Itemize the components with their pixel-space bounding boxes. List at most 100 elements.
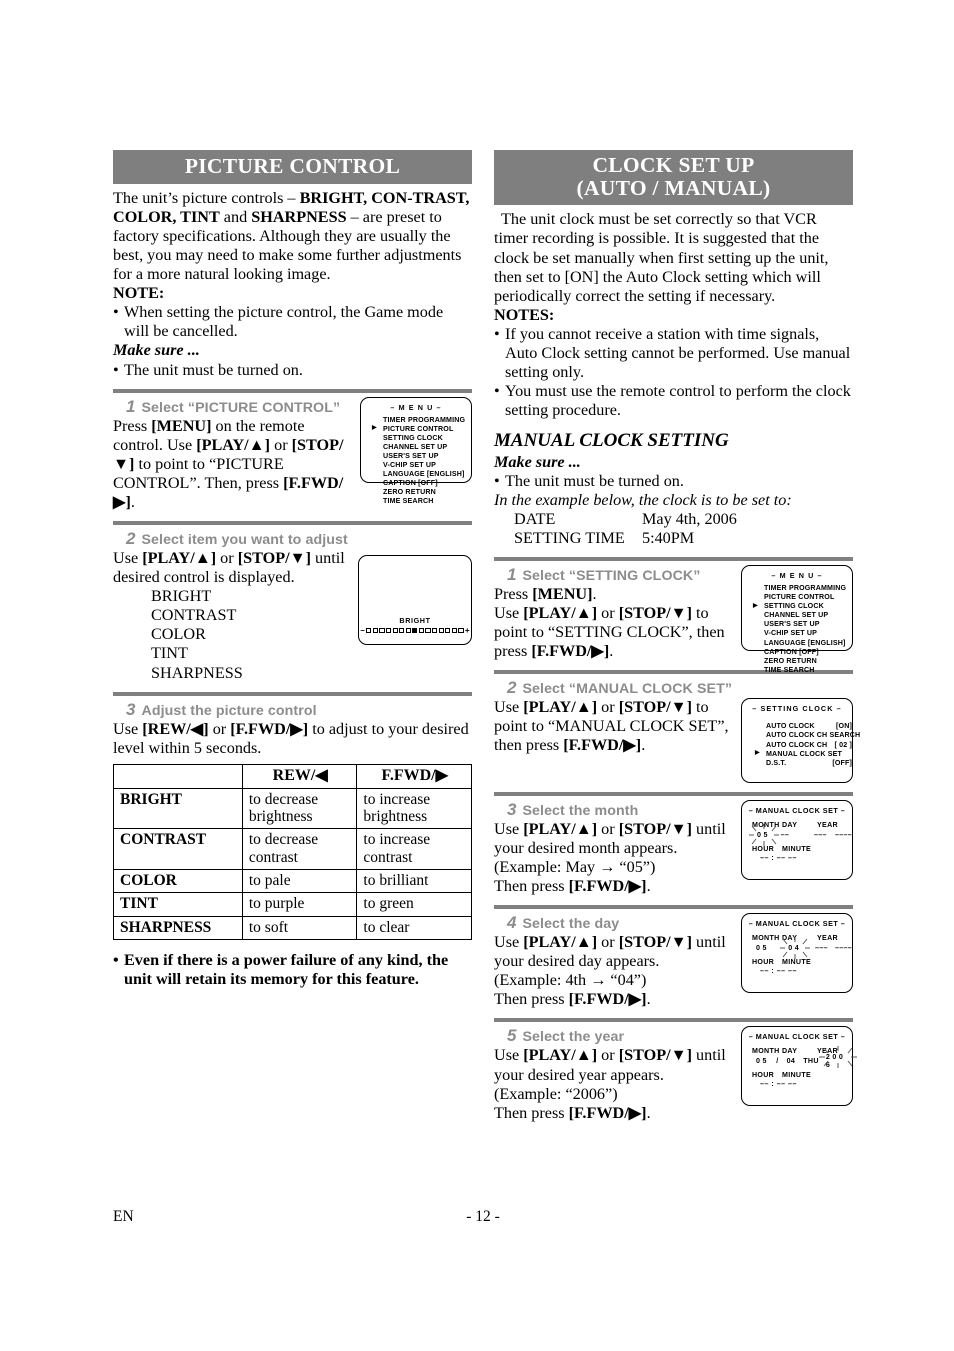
rew-key: [REW/◀] <box>142 719 209 738</box>
slider-cell-active <box>412 628 418 634</box>
adjustable-items-list: BRIGHT CONTRAST COLOR TINT SHARPNESS <box>113 587 352 683</box>
intro-text-a: The unit’s picture controls – <box>113 189 300 208</box>
slider-cell <box>458 628 464 634</box>
step-title: Select the year <box>522 1029 625 1046</box>
t: . <box>609 642 614 661</box>
slider-cell <box>425 628 431 634</box>
t: Press <box>113 416 152 435</box>
minute-header: MINUTE <box>782 958 811 967</box>
t: Use <box>494 820 524 839</box>
stop-down-key: [STOP/▼] <box>237 548 311 567</box>
step-number: 1 <box>126 396 136 416</box>
two-column-layout: PICTURE CONTROL The unit’s picture contr… <box>113 150 860 1123</box>
cell-ffwd: to green <box>356 892 472 917</box>
step-1-body: Press [MENU] on the remote control. Use … <box>113 417 354 512</box>
clock-step-3-body: Use [PLAY/▲] or [STOP/▼] until your desi… <box>494 820 735 896</box>
day-value: 04 <box>786 1057 796 1066</box>
clock-step-4-header: 4 Select the day <box>507 913 735 933</box>
t: or <box>597 698 619 717</box>
t: or <box>597 604 619 623</box>
osd-title: – M E N U – <box>390 402 442 412</box>
osd-menu-item-selected: PICTURE CONTROL <box>372 425 471 434</box>
example-value: 5:40PM <box>642 528 695 547</box>
left-column: PICTURE CONTROL The unit’s picture contr… <box>113 150 472 1123</box>
osd-item-label: D.S.T. <box>766 759 787 768</box>
osd-menu-item: USER'S SET UP <box>383 451 439 460</box>
step-1-layout: 1 Select “PICTURE CONTROL” Press [MENU] … <box>113 396 472 512</box>
clock-step-5-text: 5 Select the year Use [PLAY/▲] or [STOP/… <box>494 1026 735 1122</box>
table-row: TINT to purple to green <box>113 892 472 917</box>
osd-manual-clock-set-screen-year: – MANUAL CLOCK SET – MONTH DAY YEAR 0 5 … <box>741 1026 857 1107</box>
table-row: COLOR to pale to brilliant <box>113 869 472 894</box>
example-lead-in: In the example below, the clock is to be… <box>494 490 792 509</box>
date-values-row: 0 5 –– ––– –––– <box>749 824 852 847</box>
osd-menu-item: V-CHIP SET UP <box>764 629 818 638</box>
year-value: –––– <box>835 944 852 953</box>
ffwd-key: [F.FWD/▶] <box>568 877 647 896</box>
osd-menu-screen: – M E N U – TIMER PROGRAMMING PICTURE CO… <box>741 565 853 674</box>
osd-menu-item: ZERO RETURN <box>383 488 436 497</box>
clock-step-1-text: 1 Select “SETTING CLOCK” Press [MENU]. U… <box>494 565 735 661</box>
clock-step-2-manual-clock-set: 2 Select “MANUAL CLOCK SET” Use [PLAY/▲]… <box>494 678 860 784</box>
row-label: SHARPNESS <box>113 915 243 941</box>
t: Press <box>494 585 533 604</box>
day-header: DAY <box>782 934 798 943</box>
hour-header: HOUR <box>752 958 775 967</box>
clock-intro: The unit clock must be set correctly so … <box>494 210 853 419</box>
step-number: 2 <box>507 678 517 698</box>
osd-bright-screen: BRIGHT – + <box>358 554 472 645</box>
t: . <box>592 585 597 604</box>
osd-menu-item-selected: SETTING CLOCK <box>753 602 852 611</box>
clock-step-4-day: 4 Select the day Use [PLAY/▲] or [STOP/▼… <box>494 913 853 1009</box>
date-values-row: 0 5 0 4 ––– –––– <box>752 937 852 960</box>
notes-label: NOTES: <box>494 305 555 324</box>
bright-slider-cells <box>366 628 464 634</box>
osd-item-label: MANUAL CLOCK SET <box>766 749 842 758</box>
cell-rew: to pale <box>241 869 358 894</box>
osd-menu-item: CAPTION [OFF] <box>383 479 438 488</box>
play-up-key: [PLAY/▲] <box>523 604 598 623</box>
example-note: (Example: “2006”) <box>494 1084 618 1103</box>
picture-control-intro: The unit’s picture controls – BRIGHT, CO… <box>113 189 472 379</box>
osd-item-label: AUTO CLOCK CH <box>766 740 828 749</box>
t: or <box>216 548 238 567</box>
row-label: CONTRAST <box>113 828 243 871</box>
hour-header: HOUR <box>752 845 775 854</box>
make-sure-bullet-text: The unit must be turned on. <box>505 471 684 490</box>
table-header-row: REW/◀ F.FWD/▶ <box>113 763 472 789</box>
make-sure-heading: Make sure ... <box>113 341 200 360</box>
list-item: COLOR <box>151 625 206 644</box>
clock-step-2-body: Use [PLAY/▲] or [STOP/▼] to point to “MA… <box>494 698 735 755</box>
osd-menu-item: TIMER PROGRAMMING <box>764 584 847 593</box>
step-2-header: 2 Select item you want to adjust <box>126 529 472 549</box>
step-3-adjust: 3 Adjust the picture control Use [REW/◀]… <box>113 700 472 990</box>
clock-step-1-body: Press [MENU]. Use [PLAY/▲] or [STOP/▼] t… <box>494 585 735 661</box>
clock-step-5-layout: 5 Select the year Use [PLAY/▲] or [STOP/… <box>494 1026 857 1122</box>
step-3-header: 3 Adjust the picture control <box>126 700 472 720</box>
clock-field-grid: MONTH DAY YEAR 0 5 / 04 THU 2 0 0 6 HOUR… <box>752 1046 857 1088</box>
month-value: 0 5 <box>757 831 768 840</box>
time-values-row: –– : –– –– <box>752 854 852 862</box>
day-value: –– <box>780 831 790 840</box>
cell-rew: to soft <box>241 915 358 941</box>
ffwd-key: [F.FWD/▶] <box>568 990 647 1009</box>
osd-setting-clock-screen: – SETTING CLOCK – AUTO CLOCK [ON] AUTO CL… <box>741 698 860 784</box>
osd-menu-item: TIME SEARCH <box>764 665 815 674</box>
example-row-time: SETTING TIME 5:40PM <box>494 529 853 548</box>
make-sure-heading: Make sure ... <box>494 452 581 471</box>
bullet-dot-icon: • <box>494 324 500 343</box>
bullet-dot-icon: • <box>494 381 500 400</box>
t: Use <box>494 933 524 952</box>
table-row: SHARPNESS to soft to clear <box>113 915 472 941</box>
osd-title: – M E N U – <box>771 571 823 581</box>
manual-page: PICTURE CONTROL The unit’s picture contr… <box>113 150 860 1260</box>
example-note: (Example: 4th → “04”) <box>494 971 647 990</box>
osd-menu-list: TIMER PROGRAMMING PICTURE CONTROL SETTIN… <box>742 584 852 675</box>
example-row-date: DATE May 4th, 2006 <box>494 510 853 529</box>
note-bullet-text: When setting the picture control, the Ga… <box>124 303 444 341</box>
t: Use <box>494 698 524 717</box>
t: Then press <box>494 1103 569 1122</box>
osd-item-value: [ON] <box>836 722 852 731</box>
minus-sign-icon: – <box>360 625 365 635</box>
step-divider <box>494 557 853 562</box>
